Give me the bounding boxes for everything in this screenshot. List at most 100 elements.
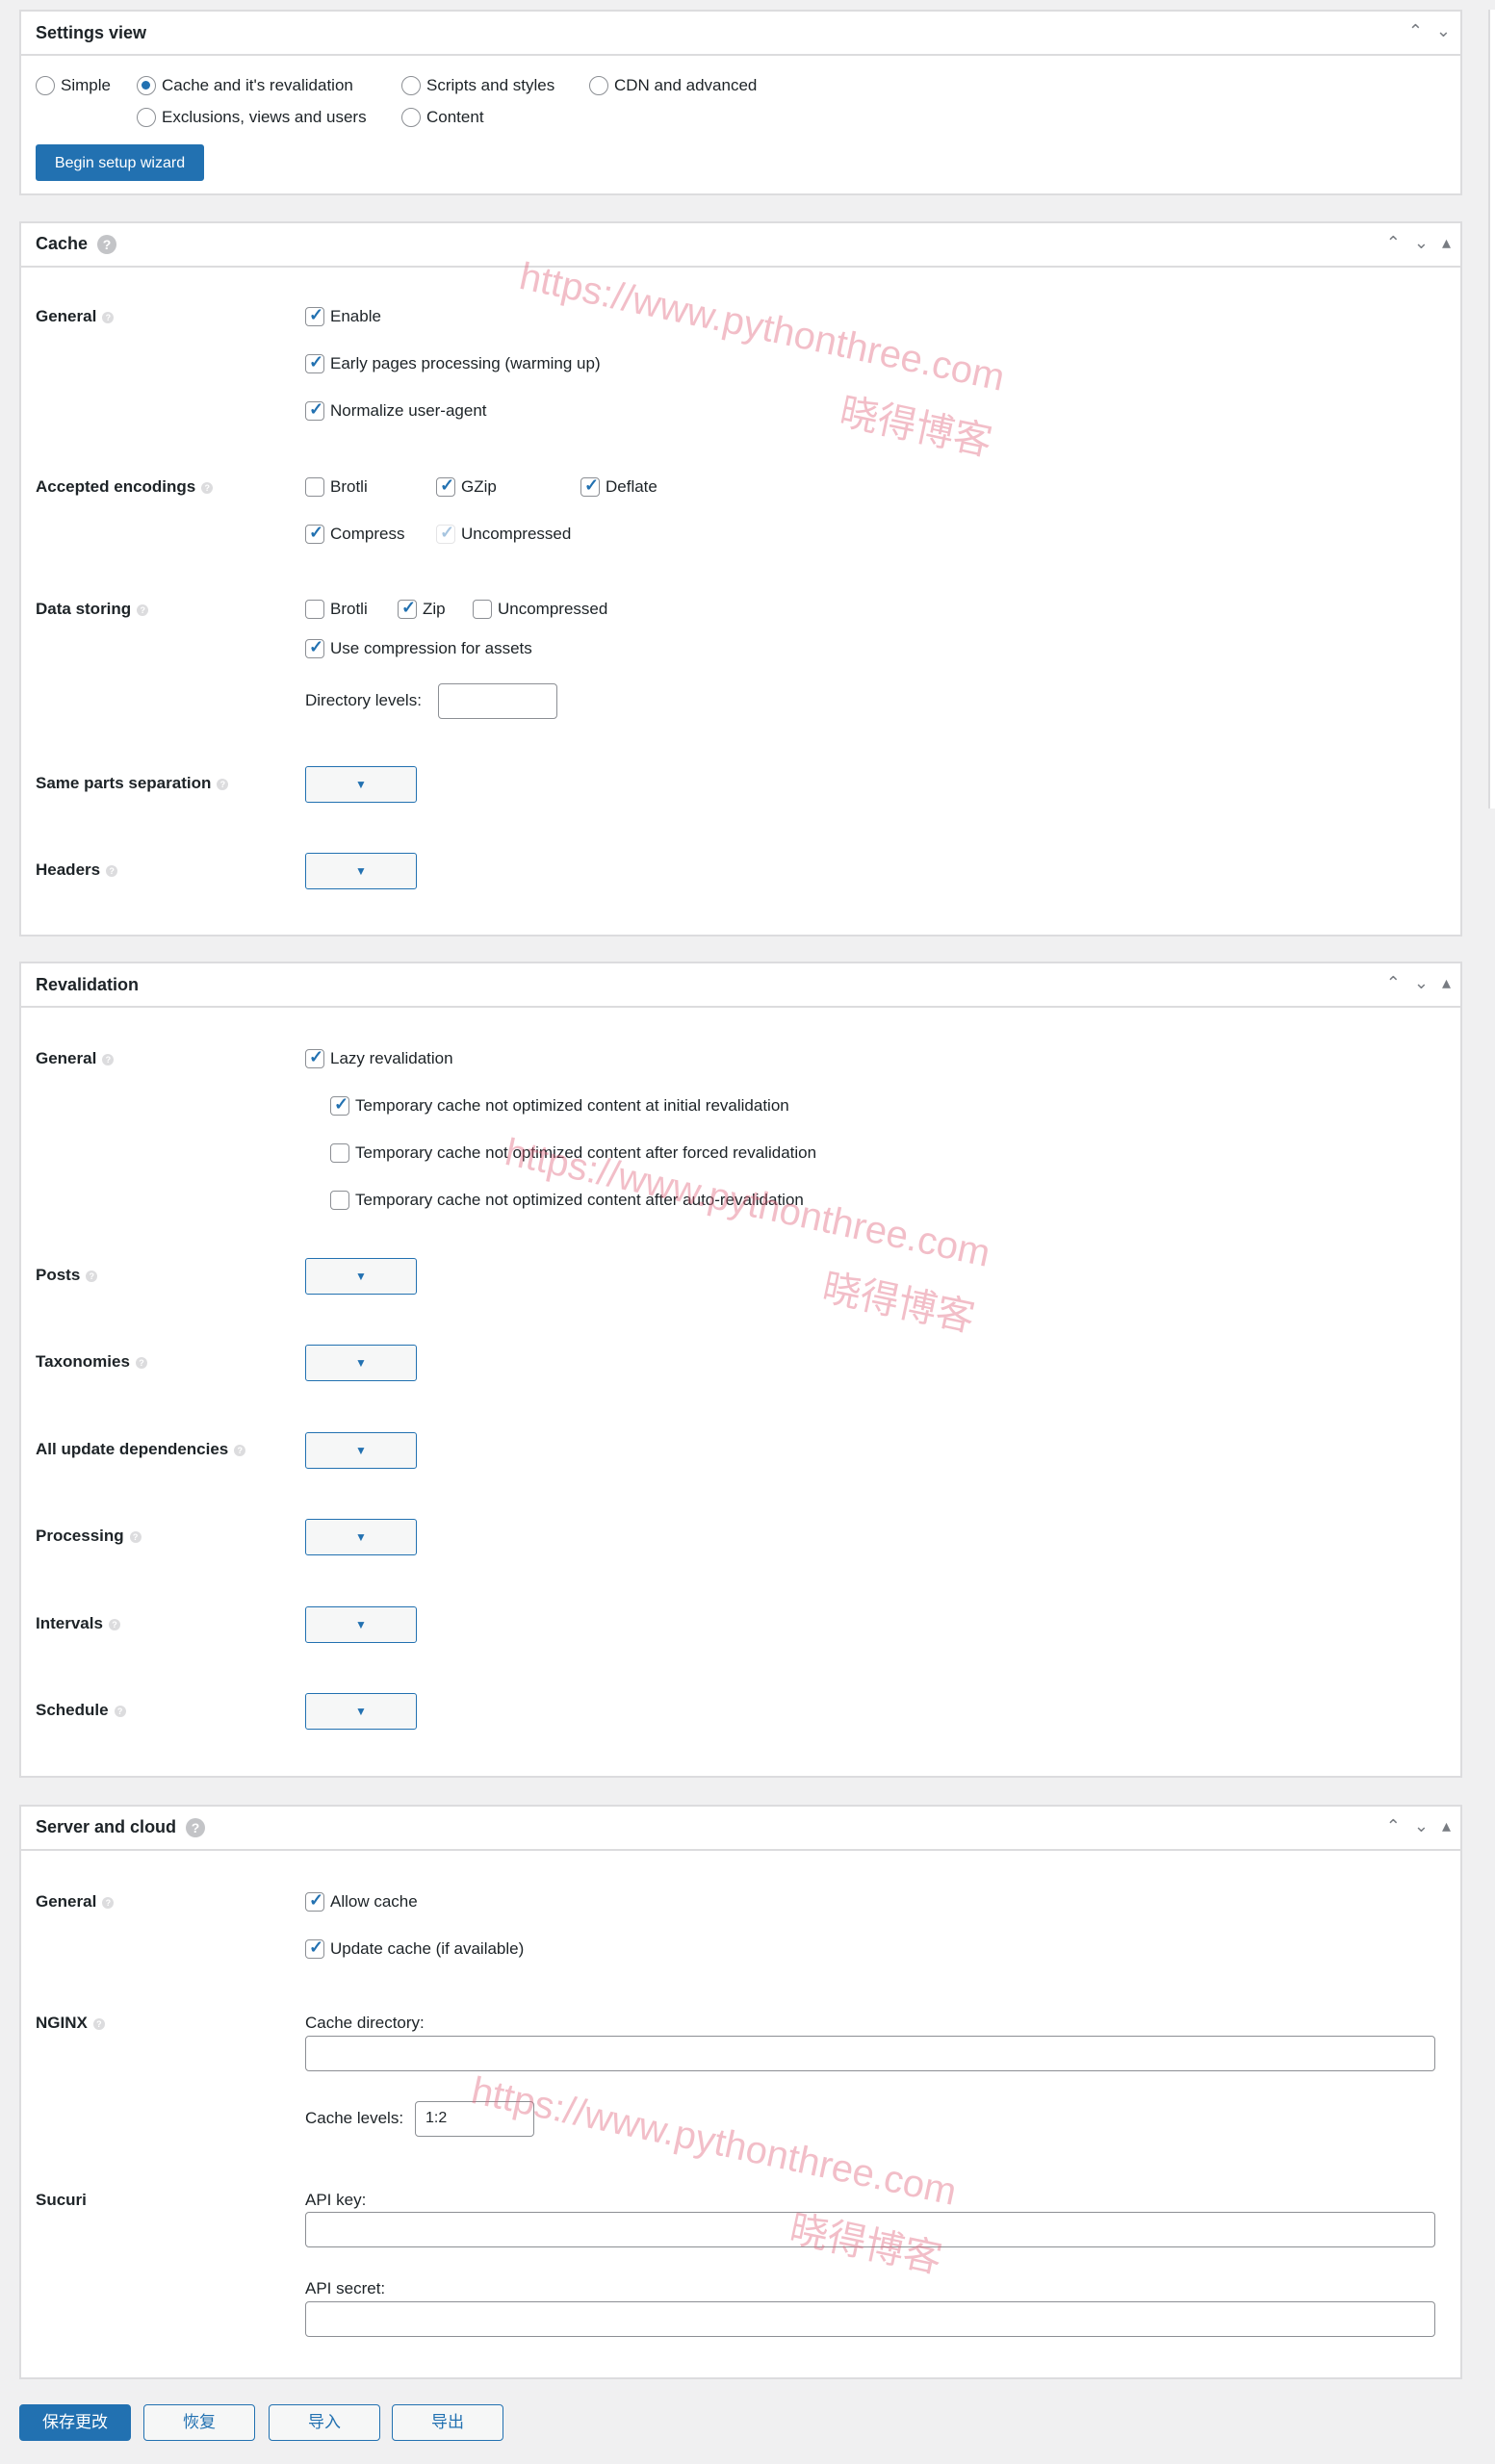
directory-levels-input[interactable]: [438, 683, 557, 719]
panel-header: Revalidation ⌃ ⌄ ▴: [21, 963, 1460, 1008]
panel-title: Revalidation: [36, 975, 140, 994]
panel-title: Cache: [36, 234, 89, 253]
processing-label: Processing?: [36, 1527, 142, 1546]
help-icon[interactable]: ?: [108, 1618, 120, 1630]
intervals-label: Intervals?: [36, 1614, 120, 1633]
help-icon[interactable]: ?: [234, 1444, 246, 1456]
collapse-icon[interactable]: ▴: [1442, 233, 1451, 253]
help-icon[interactable]: ?: [106, 864, 118, 877]
begin-setup-wizard-button[interactable]: Begin setup wizard: [36, 144, 204, 181]
help-icon[interactable]: ?: [135, 1356, 147, 1369]
view-content[interactable]: Content: [401, 108, 484, 127]
enc-brotli-checkbox[interactable]: Brotli: [305, 477, 368, 497]
encodings-label: Accepted encodings?: [36, 477, 214, 497]
settings-view-panel: Settings view ⌃ ⌄ Simple Cache and it's r…: [19, 10, 1462, 195]
dropdown-arrow-icon: ▼: [355, 864, 367, 878]
enc-deflate-checkbox[interactable]: Deflate: [580, 475, 657, 497]
nginx-label: NGINX?: [36, 2014, 105, 2033]
server-cloud-panel: Server and cloud? ⌃ ⌄ ▴ General? Allow cac…: [19, 1805, 1462, 2379]
update-cache-checkbox[interactable]: Update cache (if available): [305, 1938, 524, 1959]
schedule-label: Schedule?: [36, 1701, 126, 1720]
processing-dropdown[interactable]: ▼: [305, 1519, 417, 1555]
compress-assets-checkbox[interactable]: Use compression for assets: [305, 637, 532, 658]
panel-title: Settings view: [36, 23, 147, 42]
help-icon[interactable]: ?: [217, 778, 229, 790]
update-dependencies-dropdown[interactable]: ▼: [305, 1432, 417, 1469]
temp-auto-checkbox[interactable]: Temporary cache not optimized content af…: [330, 1191, 804, 1210]
allow-cache-checkbox[interactable]: Allow cache: [305, 1890, 418, 1912]
view-scripts[interactable]: Scripts and styles: [401, 76, 554, 95]
help-icon[interactable]: ?: [86, 1270, 98, 1282]
cache-levels-input[interactable]: 1:2: [415, 2101, 534, 2137]
radio-label: CDN and advanced: [614, 76, 758, 94]
radio-label: Content: [426, 108, 484, 126]
collapse-icon[interactable]: ▴: [1442, 973, 1451, 993]
radio: [401, 108, 421, 127]
taxonomies-dropdown[interactable]: ▼: [305, 1345, 417, 1381]
help-icon[interactable]: ?: [129, 1530, 142, 1543]
panel-header: Server and cloud? ⌃ ⌄ ▴: [21, 1807, 1460, 1851]
normalize-ua-checkbox[interactable]: Normalize user-agent: [305, 399, 487, 421]
enable-checkbox[interactable]: Enable: [305, 305, 381, 326]
dropdown-arrow-icon: ▼: [355, 1356, 367, 1370]
dropdown-arrow-icon: ▼: [355, 1705, 367, 1718]
help-icon[interactable]: ?: [102, 1896, 115, 1909]
same-parts-dropdown[interactable]: ▼: [305, 766, 417, 803]
enc-uncompressed-checkbox: Uncompressed: [436, 523, 571, 544]
dropdown-arrow-icon: ▼: [355, 1270, 367, 1283]
intervals-dropdown[interactable]: ▼: [305, 1606, 417, 1643]
export-button[interactable]: 导出: [392, 2404, 503, 2441]
temp-forced-checkbox[interactable]: Temporary cache not optimized content af…: [330, 1143, 816, 1163]
move-up-icon[interactable]: ⌃: [1386, 973, 1401, 993]
dropdown-arrow-icon: ▼: [355, 1444, 367, 1457]
view-exclusions[interactable]: Exclusions, views and users: [137, 108, 367, 127]
help-icon[interactable]: ?: [97, 235, 117, 255]
radio: [36, 76, 55, 95]
lazy-revalidation-checkbox[interactable]: Lazy revalidation: [305, 1047, 453, 1068]
enc-gzip-checkbox[interactable]: GZip: [436, 475, 497, 497]
import-button[interactable]: 导入: [269, 2404, 380, 2441]
store-brotli-checkbox[interactable]: Brotli: [305, 600, 368, 619]
schedule-dropdown[interactable]: ▼: [305, 1693, 417, 1730]
help-icon[interactable]: ?: [102, 311, 115, 323]
store-zip-checkbox[interactable]: Zip: [398, 598, 446, 619]
posts-label: Posts?: [36, 1266, 98, 1285]
view-cdn[interactable]: CDN and advanced: [589, 76, 757, 95]
help-icon[interactable]: ?: [137, 603, 149, 616]
move-up-icon[interactable]: ⌃: [1386, 233, 1401, 253]
view-simple[interactable]: Simple: [36, 76, 111, 95]
move-down-icon[interactable]: ⌄: [1414, 973, 1429, 993]
help-icon[interactable]: ?: [102, 1053, 115, 1065]
posts-dropdown[interactable]: ▼: [305, 1258, 417, 1295]
headers-dropdown[interactable]: ▼: [305, 853, 417, 889]
enc-compress-checkbox[interactable]: Compress: [305, 523, 404, 544]
move-up-icon[interactable]: ⌃: [1408, 21, 1423, 41]
cache-directory-input[interactable]: [305, 2036, 1435, 2071]
collapse-icon[interactable]: ▴: [1442, 1816, 1451, 1836]
help-icon[interactable]: ?: [92, 2017, 105, 2030]
move-down-icon[interactable]: ⌄: [1436, 21, 1451, 41]
panel-header: Cache? ⌃ ⌄ ▴: [21, 223, 1460, 268]
api-key-label: API key:: [305, 2191, 367, 2209]
early-processing-checkbox[interactable]: Early pages processing (warming up): [305, 352, 601, 373]
sucuri-label: Sucuri: [36, 2191, 87, 2209]
move-up-icon[interactable]: ⌃: [1386, 1816, 1401, 1836]
dropdown-arrow-icon: ▼: [355, 778, 367, 791]
api-key-input[interactable]: [305, 2212, 1435, 2247]
save-changes-button[interactable]: 保存更改: [19, 2404, 131, 2441]
help-icon[interactable]: ?: [114, 1705, 126, 1717]
temp-initial-checkbox[interactable]: Temporary cache not optimized content at…: [330, 1094, 789, 1116]
help-icon[interactable]: ?: [186, 1818, 206, 1838]
move-down-icon[interactable]: ⌄: [1414, 1816, 1429, 1836]
general-label: General?: [36, 1049, 115, 1068]
dropdown-arrow-icon: ▼: [355, 1530, 367, 1544]
api-secret-input[interactable]: [305, 2301, 1435, 2337]
dropdown-arrow-icon: ▼: [355, 1618, 367, 1631]
help-icon[interactable]: ?: [201, 481, 214, 494]
store-uncompressed-checkbox[interactable]: Uncompressed: [473, 600, 607, 619]
radio-label: Simple: [61, 76, 111, 94]
restore-button[interactable]: 恢复: [143, 2404, 255, 2441]
move-down-icon[interactable]: ⌄: [1414, 233, 1429, 253]
view-cache[interactable]: Cache and it's revalidation: [137, 76, 353, 95]
headers-label: Headers?: [36, 860, 118, 880]
